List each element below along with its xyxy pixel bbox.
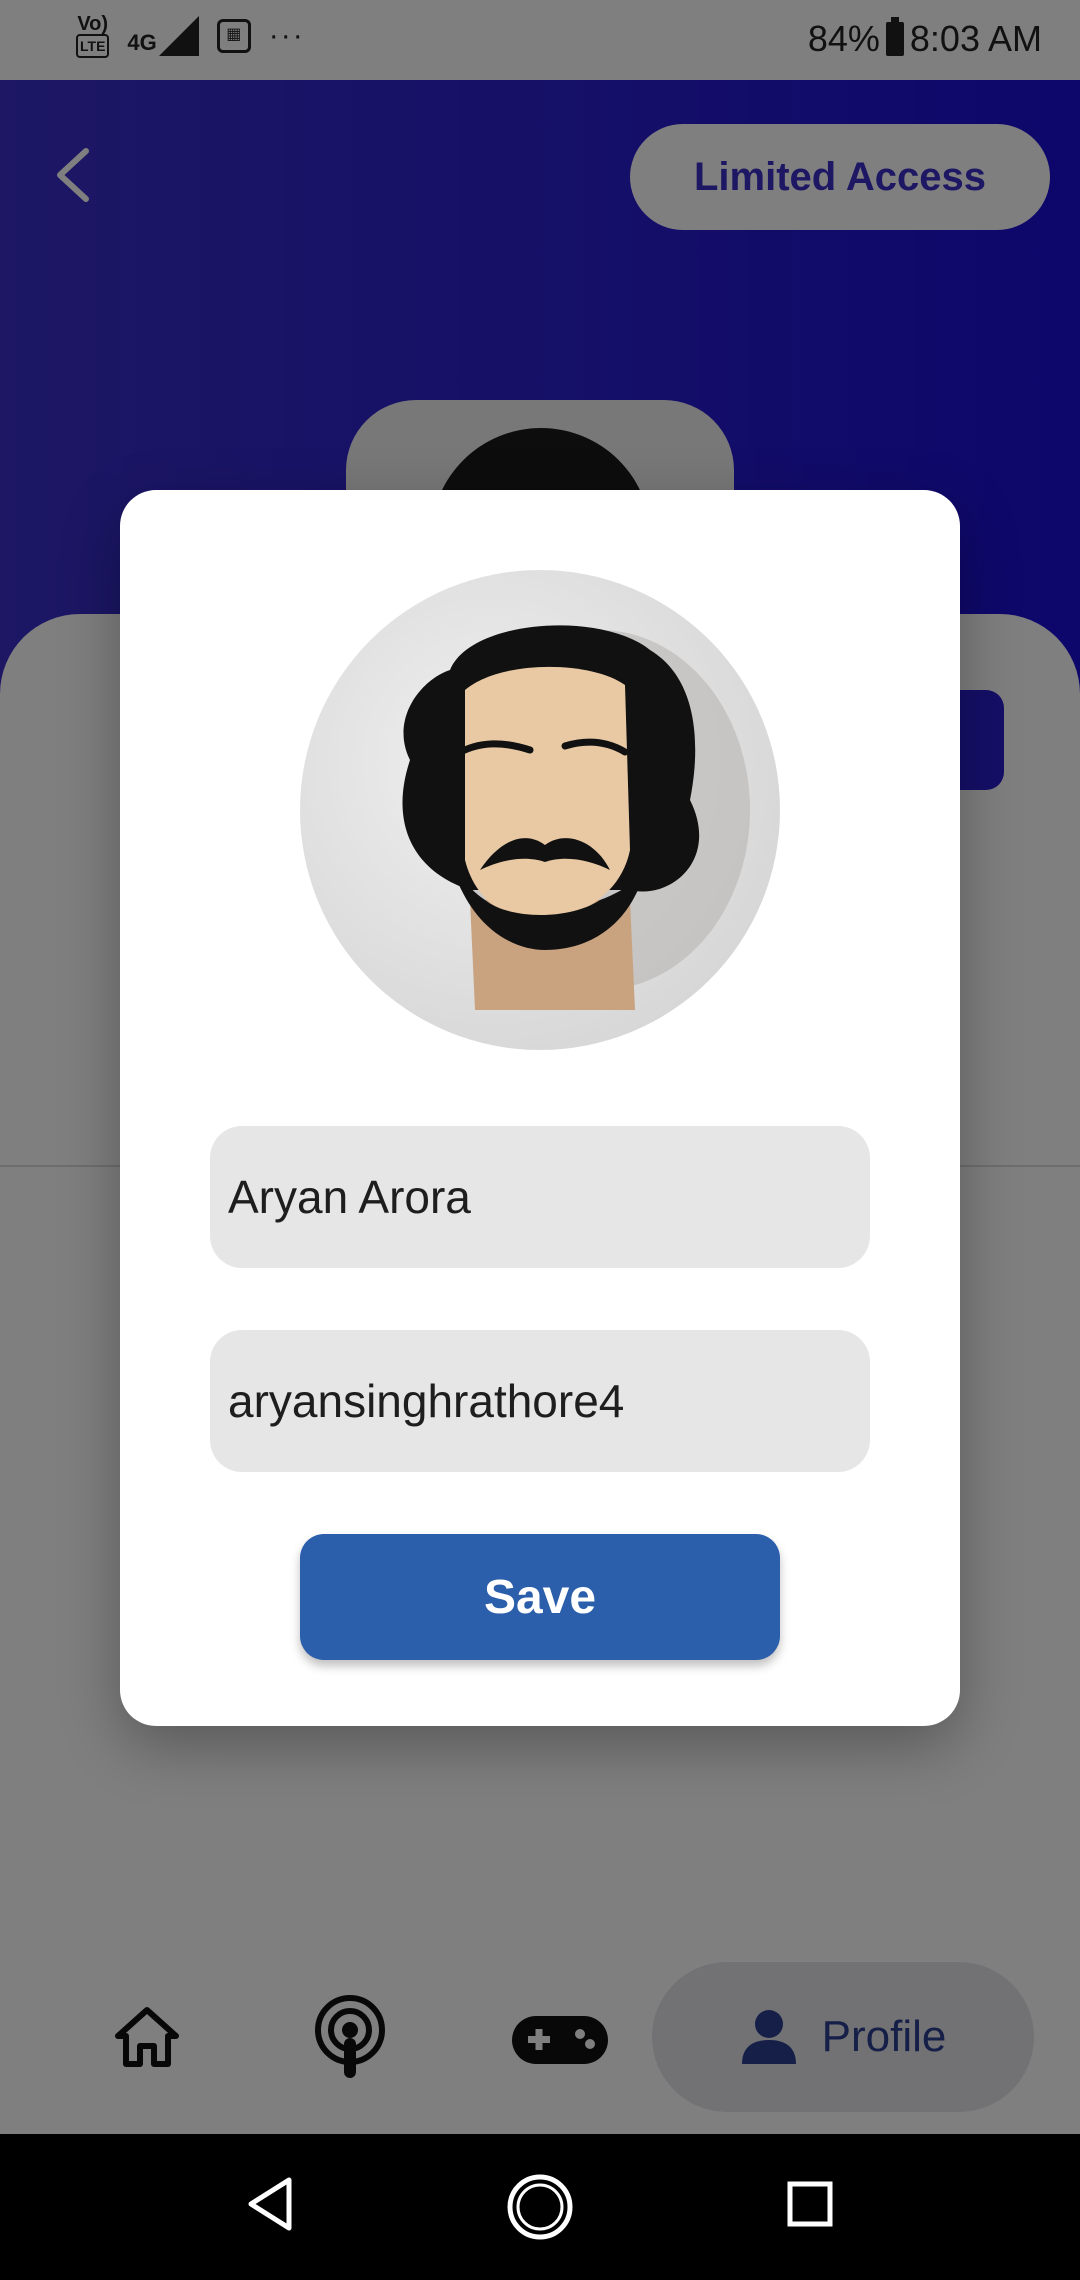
edit-profile-dialog: Aryan Arora aryansinghrathore4 Save bbox=[120, 490, 960, 1726]
avatar-illustration bbox=[402, 625, 750, 1010]
avatar[interactable] bbox=[300, 570, 780, 1050]
name-field-value: Aryan Arora bbox=[228, 1171, 471, 1223]
system-recents-icon[interactable] bbox=[786, 2180, 834, 2228]
username-field-value: aryansinghrathore4 bbox=[228, 1375, 625, 1427]
save-button[interactable]: Save bbox=[300, 1534, 780, 1660]
system-back-icon[interactable] bbox=[245, 2174, 295, 2234]
system-home-icon[interactable] bbox=[505, 2172, 575, 2242]
username-field[interactable]: aryansinghrathore4 bbox=[210, 1330, 870, 1472]
name-field[interactable]: Aryan Arora bbox=[210, 1126, 870, 1268]
system-navigation-bar bbox=[0, 2134, 1080, 2280]
